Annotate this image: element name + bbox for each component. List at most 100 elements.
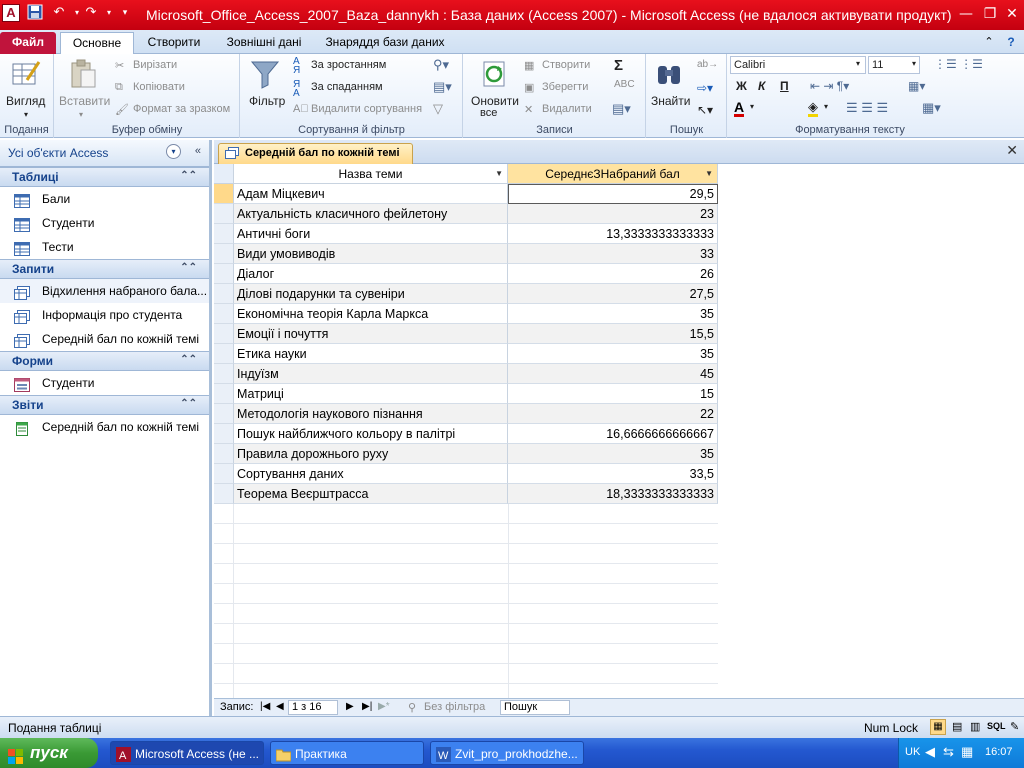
tab-database-tools[interactable]: Знаряддя бази даних (320, 32, 450, 54)
tab-file[interactable]: Файл (0, 32, 56, 54)
sort-descending-button[interactable]: За спаданням (311, 81, 383, 93)
cell-avg-score[interactable]: 23 (508, 204, 718, 224)
font-name-select[interactable]: Calibri (730, 56, 866, 74)
select-icon[interactable]: ↖▾ (697, 103, 713, 117)
bold-button[interactable]: Ж (736, 79, 747, 93)
find-binoculars-icon[interactable] (653, 58, 685, 90)
customize-qat-icon[interactable]: ▾ (116, 4, 134, 22)
table-row[interactable]: Етика науки 35 (214, 344, 718, 364)
design-view-icon[interactable]: ✎ (1010, 720, 1019, 733)
new-blank-record-icon[interactable]: ▶* (378, 701, 390, 712)
fill-color-icon[interactable]: ◈ (808, 100, 818, 117)
cell-avg-score[interactable]: 45 (508, 364, 718, 384)
table-row[interactable]: Сортування даних 33,5 (214, 464, 718, 484)
selection-filter-icon[interactable]: ⚲▾ (433, 57, 449, 73)
table-row[interactable]: Діалог 26 (214, 264, 718, 284)
table-row[interactable]: Індуїзм 45 (214, 364, 718, 384)
shutter-bar-close-icon[interactable]: « (195, 145, 201, 157)
find-button[interactable]: Знайти (651, 94, 690, 108)
pivot-table-view-icon[interactable]: ▤ (952, 720, 962, 733)
cell-avg-score[interactable]: 15 (508, 384, 718, 404)
sql-view-button[interactable]: SQL (987, 721, 1006, 731)
pivot-chart-view-icon[interactable]: ▥ (970, 720, 980, 733)
save-icon[interactable] (26, 4, 44, 22)
row-selector[interactable] (214, 224, 234, 244)
toggle-filter-icon[interactable]: ▽ (433, 101, 443, 117)
alt-row-color-icon[interactable]: ▦▾ (922, 100, 941, 116)
language-indicator[interactable]: UK (905, 746, 920, 758)
underline-button[interactable]: П (780, 79, 789, 93)
close-document-icon[interactable]: ✕ (1006, 143, 1018, 159)
cell-topic[interactable]: Теорема Веєрштрасса (234, 484, 508, 504)
help-icon[interactable]: ? (1002, 32, 1020, 54)
view-icon[interactable] (10, 58, 42, 90)
redo-icon[interactable]: ↷ (82, 4, 100, 22)
cell-topic[interactable]: Етика науки (234, 344, 508, 364)
row-selector[interactable] (214, 404, 234, 424)
nav-item-table-students[interactable]: Студенти (0, 211, 209, 235)
table-row[interactable]: Матриці 15 (214, 384, 718, 404)
format-painter-button[interactable]: Формат за зразком (133, 103, 230, 115)
task-access[interactable]: A Microsoft Access (не ... (110, 741, 264, 765)
nav-item-query-student-info[interactable]: Інформація про студента (0, 303, 209, 327)
cell-avg-score[interactable]: 33 (508, 244, 718, 264)
row-selector[interactable] (214, 484, 234, 504)
row-selector[interactable] (214, 284, 234, 304)
refresh-button[interactable]: Оновити (471, 94, 519, 108)
column-header-topic[interactable]: Назва теми ▼ (234, 164, 508, 184)
cell-avg-score[interactable]: 27,5 (508, 284, 718, 304)
copy-button[interactable]: Копіювати (133, 81, 185, 93)
tab-home[interactable]: Основне (60, 32, 134, 54)
first-record-icon[interactable]: |◀ (260, 701, 270, 712)
cell-topic[interactable]: Правила дорожнього руху (234, 444, 508, 464)
delete-record-button[interactable]: Видалити (542, 103, 592, 115)
spelling-icon[interactable]: ABC (614, 79, 635, 90)
nav-menu-dropdown-icon[interactable]: ▾ (166, 144, 181, 159)
italic-button[interactable]: К (758, 79, 765, 93)
row-selector[interactable] (214, 184, 234, 204)
cell-topic[interactable]: Ділові подарунки та сувеніри (234, 284, 508, 304)
access-app-icon[interactable]: A (2, 4, 20, 22)
advanced-filter-icon[interactable]: ▤▾ (433, 79, 452, 95)
prev-record-icon[interactable]: ◀ (276, 701, 284, 712)
save-record-button[interactable]: Зберегти (542, 81, 588, 93)
cell-avg-score[interactable]: 18,3333333333333 (508, 484, 718, 504)
cell-topic[interactable]: Види умовиводів (234, 244, 508, 264)
row-selector[interactable] (214, 244, 234, 264)
nav-item-report-avg-score[interactable]: Середній бал по кожній темі (0, 415, 209, 439)
column-filter-dropdown-icon[interactable]: ▼ (705, 164, 713, 184)
cell-avg-score[interactable]: 26 (508, 264, 718, 284)
view-dropdown-icon[interactable]: ▾ (24, 110, 28, 119)
paste-icon[interactable] (67, 58, 99, 90)
row-selector[interactable] (214, 424, 234, 444)
tray-icon-back[interactable]: ◀ (925, 744, 935, 760)
cell-avg-score[interactable]: 33,5 (508, 464, 718, 484)
nav-item-query-deviation[interactable]: Відхилення набраного бала... (0, 279, 209, 303)
nav-section-reports[interactable]: Звіти ⌃⌃ (0, 395, 209, 415)
last-record-icon[interactable]: ▶| (362, 701, 372, 712)
row-selector[interactable] (214, 364, 234, 384)
totals-button[interactable]: Σ (614, 57, 623, 74)
fill-color-dropdown-icon[interactable]: ▾ (824, 102, 828, 111)
collapse-icon[interactable]: ⌃⌃ (180, 262, 197, 273)
collapse-icon[interactable]: ⌃⌃ (180, 354, 197, 365)
close-window-icon[interactable]: ✕ (998, 3, 1024, 25)
goto-icon[interactable]: ⇨▾ (697, 81, 713, 95)
cell-topic[interactable]: Пошук найближчого кольору в палітрі (234, 424, 508, 444)
table-row[interactable]: Правила дорожнього руху 35 (214, 444, 718, 464)
paste-button[interactable]: Вставити (59, 94, 110, 108)
tab-create[interactable]: Створити (140, 32, 208, 54)
row-selector[interactable] (214, 344, 234, 364)
cell-avg-score[interactable]: 22 (508, 404, 718, 424)
collapse-icon[interactable]: ⌃⌃ (180, 398, 197, 409)
next-record-icon[interactable]: ▶ (346, 701, 354, 712)
search-input[interactable]: Пошук (500, 700, 570, 715)
cell-topic[interactable]: Адам Міцкевич (234, 184, 508, 204)
font-color-dropdown-icon[interactable]: ▾ (750, 102, 754, 111)
collapse-icon[interactable]: ⌃⌃ (180, 170, 197, 181)
task-word[interactable]: W Zvit_pro_prokhodzhe... (430, 741, 584, 765)
new-record-button[interactable]: Створити (542, 59, 590, 71)
table-row[interactable]: Економічна теорія Карла Маркса 35 (214, 304, 718, 324)
filter-status[interactable]: Без фільтра (424, 701, 485, 713)
bullets-icon[interactable]: ⋮☰ ⋮☰ (934, 57, 983, 71)
